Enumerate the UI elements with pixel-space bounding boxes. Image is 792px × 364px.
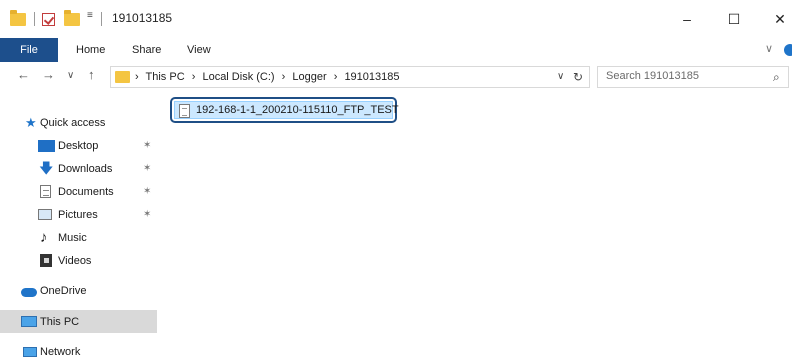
sidebar-item-music[interactable]: ♪ Music bbox=[0, 226, 157, 249]
toolbar-divider bbox=[34, 12, 35, 26]
close-button[interactable]: ✕ bbox=[758, 0, 792, 38]
up-button[interactable]: ↑ bbox=[88, 67, 95, 82]
folder-icon bbox=[115, 71, 130, 83]
tab-file[interactable]: File bbox=[0, 38, 58, 62]
download-icon: 🡇 bbox=[39, 160, 54, 176]
pin-icon: ✶ bbox=[143, 140, 152, 151]
pin-icon: ✶ bbox=[143, 186, 152, 197]
sidebar-item-label: OneDrive bbox=[40, 284, 87, 297]
breadcrumb-separator: › bbox=[333, 71, 338, 83]
properties-check-icon[interactable] bbox=[42, 11, 56, 27]
tab-view[interactable]: View bbox=[187, 38, 211, 62]
pictures-icon bbox=[38, 209, 52, 220]
file-name: 192-168-1-1_200210-115110_FTP_TEST bbox=[196, 104, 399, 116]
breadcrumb-separator: › bbox=[135, 71, 139, 83]
app-folder-icon bbox=[10, 10, 26, 27]
music-icon: ♪ bbox=[40, 229, 48, 246]
expand-ribbon-icon[interactable]: ∨ bbox=[765, 42, 773, 55]
desktop-icon bbox=[38, 139, 55, 152]
navigation-pane: ★ Quick access Desktop ✶ 🡇 Downloads ✶ D… bbox=[0, 92, 157, 364]
sidebar-item-label: Desktop bbox=[58, 139, 99, 152]
help-icon[interactable] bbox=[784, 44, 792, 56]
search-icon[interactable]: ⌕ bbox=[773, 70, 780, 85]
file-icon bbox=[179, 104, 190, 118]
sidebar-item-pictures[interactable]: Pictures ✶ bbox=[0, 203, 157, 226]
sidebar-item-downloads[interactable]: 🡇 Downloads ✶ bbox=[0, 157, 157, 180]
sidebar-item-label: Videos bbox=[58, 254, 92, 267]
sidebar-item-label: Music bbox=[58, 231, 87, 244]
breadcrumb-this-pc[interactable]: This PC bbox=[146, 71, 185, 83]
minimize-button[interactable]: – bbox=[665, 0, 709, 38]
videos-icon bbox=[40, 254, 52, 267]
sidebar-item-onedrive[interactable]: OneDrive bbox=[0, 279, 157, 302]
maximize-button[interactable]: ☐ bbox=[712, 0, 756, 38]
breadcrumb-logger[interactable]: Logger bbox=[292, 71, 326, 83]
computer-icon bbox=[21, 316, 37, 327]
sidebar-item-documents[interactable]: Documents ✶ bbox=[0, 180, 157, 203]
refresh-icon[interactable]: ↻ bbox=[573, 70, 583, 84]
documents-icon bbox=[40, 185, 51, 198]
recent-locations-icon[interactable]: ∨ bbox=[67, 70, 74, 81]
search-input[interactable] bbox=[606, 70, 766, 82]
sidebar-item-label: Documents bbox=[58, 185, 114, 198]
address-bar[interactable]: › This PC › Local Disk (C:) › Logger › 1… bbox=[110, 66, 590, 88]
address-dropdown-icon[interactable]: ∨ bbox=[557, 71, 564, 82]
star-icon: ★ bbox=[25, 115, 37, 130]
list-item[interactable]: 192-168-1-1_200210-115110_FTP_TEST bbox=[170, 97, 399, 123]
title-bar: ≡ 191013185 – ☐ ✕ bbox=[0, 0, 792, 38]
breadcrumb-current-folder[interactable]: 191013185 bbox=[344, 71, 399, 83]
customize-toolbar-icon[interactable]: ≡ bbox=[87, 10, 93, 21]
sidebar-item-label: Quick access bbox=[40, 116, 106, 129]
back-button[interactable]: ← bbox=[17, 67, 30, 82]
sidebar-item-this-pc[interactable]: This PC bbox=[0, 310, 157, 333]
network-icon bbox=[23, 346, 37, 357]
sidebar-item-label: This PC bbox=[40, 315, 80, 328]
sidebar-item-network[interactable]: Network bbox=[0, 340, 157, 363]
file-selection: 192-168-1-1_200210-115110_FTP_TEST bbox=[174, 101, 399, 119]
tab-share[interactable]: Share bbox=[132, 38, 161, 62]
navigation-bar: ← → ∨ ↑ › This PC › Local Disk (C:) › Lo… bbox=[0, 62, 792, 92]
ribbon-tabs: File Home Share View ∨ bbox=[0, 38, 792, 62]
toolbar-divider bbox=[101, 12, 102, 26]
tab-home[interactable]: Home bbox=[76, 38, 105, 62]
file-list: 192-168-1-1_200210-115110_FTP_TEST bbox=[157, 92, 792, 364]
new-folder-icon[interactable] bbox=[64, 10, 80, 27]
breadcrumb-separator: › bbox=[281, 71, 286, 83]
cloud-icon bbox=[21, 288, 37, 297]
breadcrumb: › This PC › Local Disk (C:) › Logger › 1… bbox=[135, 71, 404, 83]
sidebar-item-videos[interactable]: Videos bbox=[0, 249, 157, 272]
search-box: ⌕ bbox=[597, 66, 789, 88]
breadcrumb-local-disk[interactable]: Local Disk (C:) bbox=[202, 71, 274, 83]
window-title: 191013185 bbox=[112, 11, 173, 25]
sidebar-item-quick-access[interactable]: ★ Quick access bbox=[0, 111, 157, 134]
sidebar-item-desktop[interactable]: Desktop ✶ bbox=[0, 134, 157, 157]
sidebar-item-label: Downloads bbox=[58, 162, 113, 175]
sidebar-item-label: Pictures bbox=[58, 208, 98, 221]
breadcrumb-separator: › bbox=[191, 71, 196, 83]
pin-icon: ✶ bbox=[143, 163, 152, 174]
sidebar-item-label: Network bbox=[40, 345, 81, 358]
pin-icon: ✶ bbox=[143, 209, 152, 220]
forward-button[interactable]: → bbox=[42, 67, 55, 82]
